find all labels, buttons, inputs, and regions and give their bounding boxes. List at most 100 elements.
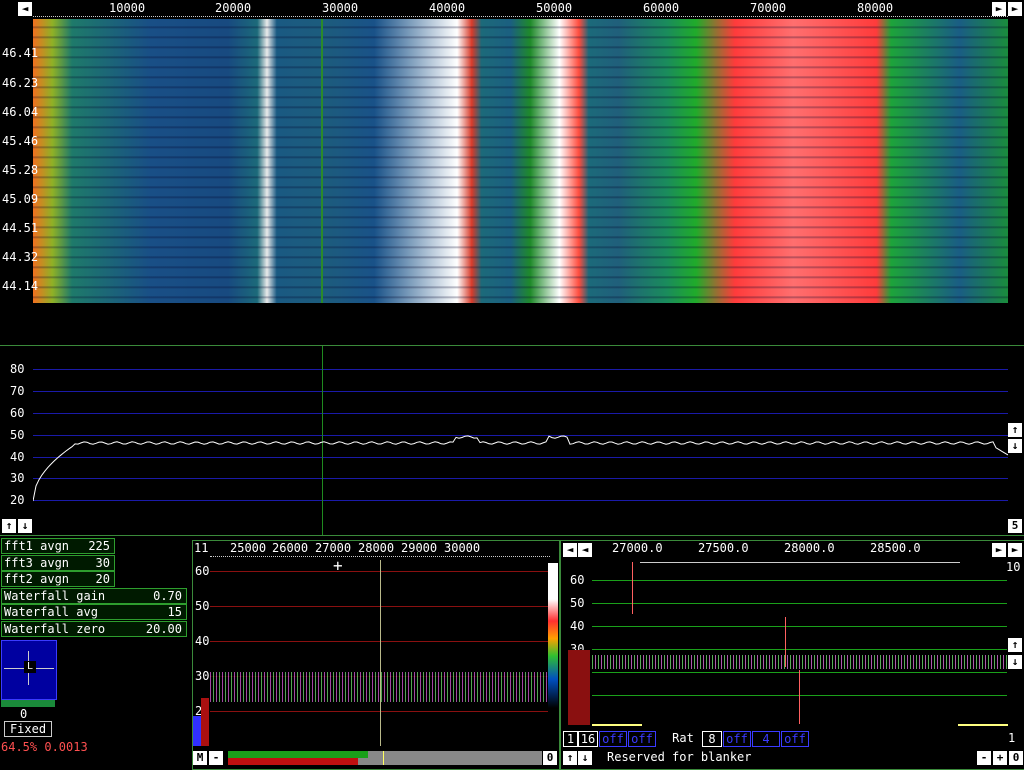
af-control-button[interactable]: Rat — [665, 731, 701, 745]
parameter-row[interactable]: fft1 avgn 225 — [1, 538, 115, 554]
af-red-marker-1 — [632, 562, 633, 614]
waterfall-y-tick: 46.41 — [2, 46, 39, 60]
af-minus-button[interactable]: - — [977, 751, 991, 765]
parameter-row[interactable]: fft2 avgn 20 — [1, 571, 115, 587]
af-control-button[interactable]: off — [599, 731, 627, 747]
parameter-row[interactable]: Waterfall gain 0.70 — [1, 587, 187, 604]
waterfall-right-button-2[interactable]: ► — [1008, 2, 1022, 16]
spectrum-scale-down-button[interactable]: ↓ — [1008, 439, 1022, 453]
baseband-x-tick: 27000 — [315, 541, 352, 555]
af-grid-line — [592, 603, 1007, 604]
s-meter-label: L — [24, 661, 36, 673]
af-plus-button[interactable]: + — [993, 751, 1007, 765]
spectrum-down-button[interactable]: ↓ — [18, 519, 32, 533]
af-yellow-line-right — [958, 724, 1008, 726]
baseband-color-scale — [548, 563, 558, 708]
af-bottom-right-value: 1 — [1008, 731, 1016, 745]
parameter-row[interactable]: fft3 avgn 30 — [1, 554, 115, 571]
waterfall-x-tick: 40000 — [429, 1, 466, 15]
af-control-button[interactable]: off — [723, 731, 751, 747]
af-ruler — [640, 562, 960, 563]
baseband-grid-line — [210, 711, 548, 712]
spectrum-y-tick: 70 — [10, 384, 25, 398]
waterfall-y-tick: 45.28 — [2, 163, 39, 177]
af-right-button[interactable]: ► — [992, 543, 1006, 557]
af-x-tick: 28500.0 — [870, 541, 921, 555]
waterfall-y-tick: 46.23 — [2, 76, 39, 90]
status-readout: 64.5% 0.0013 — [1, 740, 88, 754]
baseband-grid-line — [210, 641, 548, 642]
parameter-value: 20 — [95, 572, 110, 586]
af-x-tick: 27000.0 — [612, 541, 663, 555]
parameter-row[interactable]: Waterfall zero 20.00 — [1, 620, 187, 637]
spectrum-y-tick: 80 — [10, 362, 25, 376]
spectrum-y-tick: 60 — [10, 406, 25, 420]
parameter-value: 15 — [167, 605, 182, 619]
s-meter-bar — [1, 700, 55, 707]
blanker-label: Reserved for blanker — [607, 750, 752, 764]
waterfall-right-button[interactable]: ► — [992, 2, 1006, 16]
af-scale-down-button[interactable]: ↓ — [1008, 655, 1022, 669]
baseband-grid-line — [210, 606, 548, 607]
waterfall-x-tick: 30000 — [322, 1, 359, 15]
waterfall-y-tick: 46.04 — [2, 105, 39, 119]
af-down-button[interactable]: ↓ — [578, 751, 592, 765]
af-zero-button[interactable]: 0 — [1009, 751, 1023, 765]
parameter-row[interactable]: Waterfall avg 15 — [1, 604, 187, 620]
baseband-crosshair[interactable]: + — [333, 556, 343, 575]
baseband-level-bar-red — [201, 698, 209, 746]
spectrum-up-button[interactable]: ↑ — [2, 519, 16, 533]
baseband-m-button[interactable]: M — [193, 751, 207, 765]
waterfall-x-tick: 50000 — [536, 1, 573, 15]
baseband-minus-button[interactable]: - — [209, 751, 223, 765]
baseband-level-bar-blue — [193, 716, 201, 746]
parameter-label: fft2 avgn — [4, 572, 70, 586]
baseband-panel — [192, 540, 560, 770]
waterfall-x-tick: 20000 — [215, 1, 252, 15]
spectrum-avg-button[interactable]: 5 — [1008, 519, 1022, 533]
s-meter: L — [1, 640, 57, 700]
baseband-zero-button[interactable]: 0 — [543, 751, 557, 765]
af-level-bar — [568, 650, 590, 725]
af-control-button[interactable]: 16 — [578, 731, 598, 747]
waterfall-y-tick: 44.51 — [2, 221, 39, 235]
waterfall-image[interactable] — [33, 19, 1008, 303]
baseband-noise — [210, 672, 548, 702]
waterfall-x-tick: 80000 — [857, 1, 894, 15]
spectrum-trace — [33, 435, 1008, 502]
af-up-button[interactable]: ↑ — [563, 751, 577, 765]
af-control-button[interactable]: off — [628, 731, 656, 747]
af-control-button[interactable]: 8 — [702, 731, 722, 747]
waterfall-x-tick: 60000 — [643, 1, 680, 15]
parameter-label: Waterfall zero — [4, 621, 106, 636]
af-x-tick: 27500.0 — [698, 541, 749, 555]
baseband-y-tick: 40 — [195, 634, 210, 648]
af-control-button[interactable]: 4 — [752, 731, 780, 747]
parameter-value: 20.00 — [145, 621, 182, 636]
af-control-button[interactable]: 1 — [563, 731, 578, 747]
parameter-label: Waterfall gain — [4, 588, 106, 603]
spectrum-scale-up-button[interactable]: ↑ — [1008, 423, 1022, 437]
af-grid-line — [592, 649, 1007, 650]
baseband-y-tick: 50 — [195, 599, 210, 613]
af-scale-up-button[interactable]: ↑ — [1008, 638, 1022, 652]
af-x-tick: 28000.0 — [784, 541, 835, 555]
waterfall-x-tick: 70000 — [750, 1, 787, 15]
parameter-label: fft3 avgn — [4, 555, 70, 570]
af-red-marker-3 — [799, 670, 800, 724]
fixed-button[interactable]: Fixed — [4, 721, 52, 737]
spectrum-y-tick: 30 — [10, 471, 25, 485]
af-right-button-2[interactable]: ► — [1008, 543, 1022, 557]
baseband-progress[interactable] — [228, 751, 542, 765]
af-y-tick: 40 — [570, 619, 585, 633]
waterfall-left-button[interactable]: ◄ — [18, 2, 32, 16]
af-control-button[interactable]: off — [781, 731, 809, 747]
af-red-marker-2 — [785, 617, 786, 667]
af-left-button[interactable]: ◄ — [563, 543, 577, 557]
af-left-button-2[interactable]: ◄ — [578, 543, 592, 557]
baseband-y-tick: 30 — [195, 669, 210, 683]
af-grid-line — [592, 580, 1007, 581]
baseband-cursor-line — [380, 560, 381, 746]
parameter-label: fft1 avgn — [4, 539, 70, 553]
parameter-value: 0.70 — [153, 588, 182, 603]
